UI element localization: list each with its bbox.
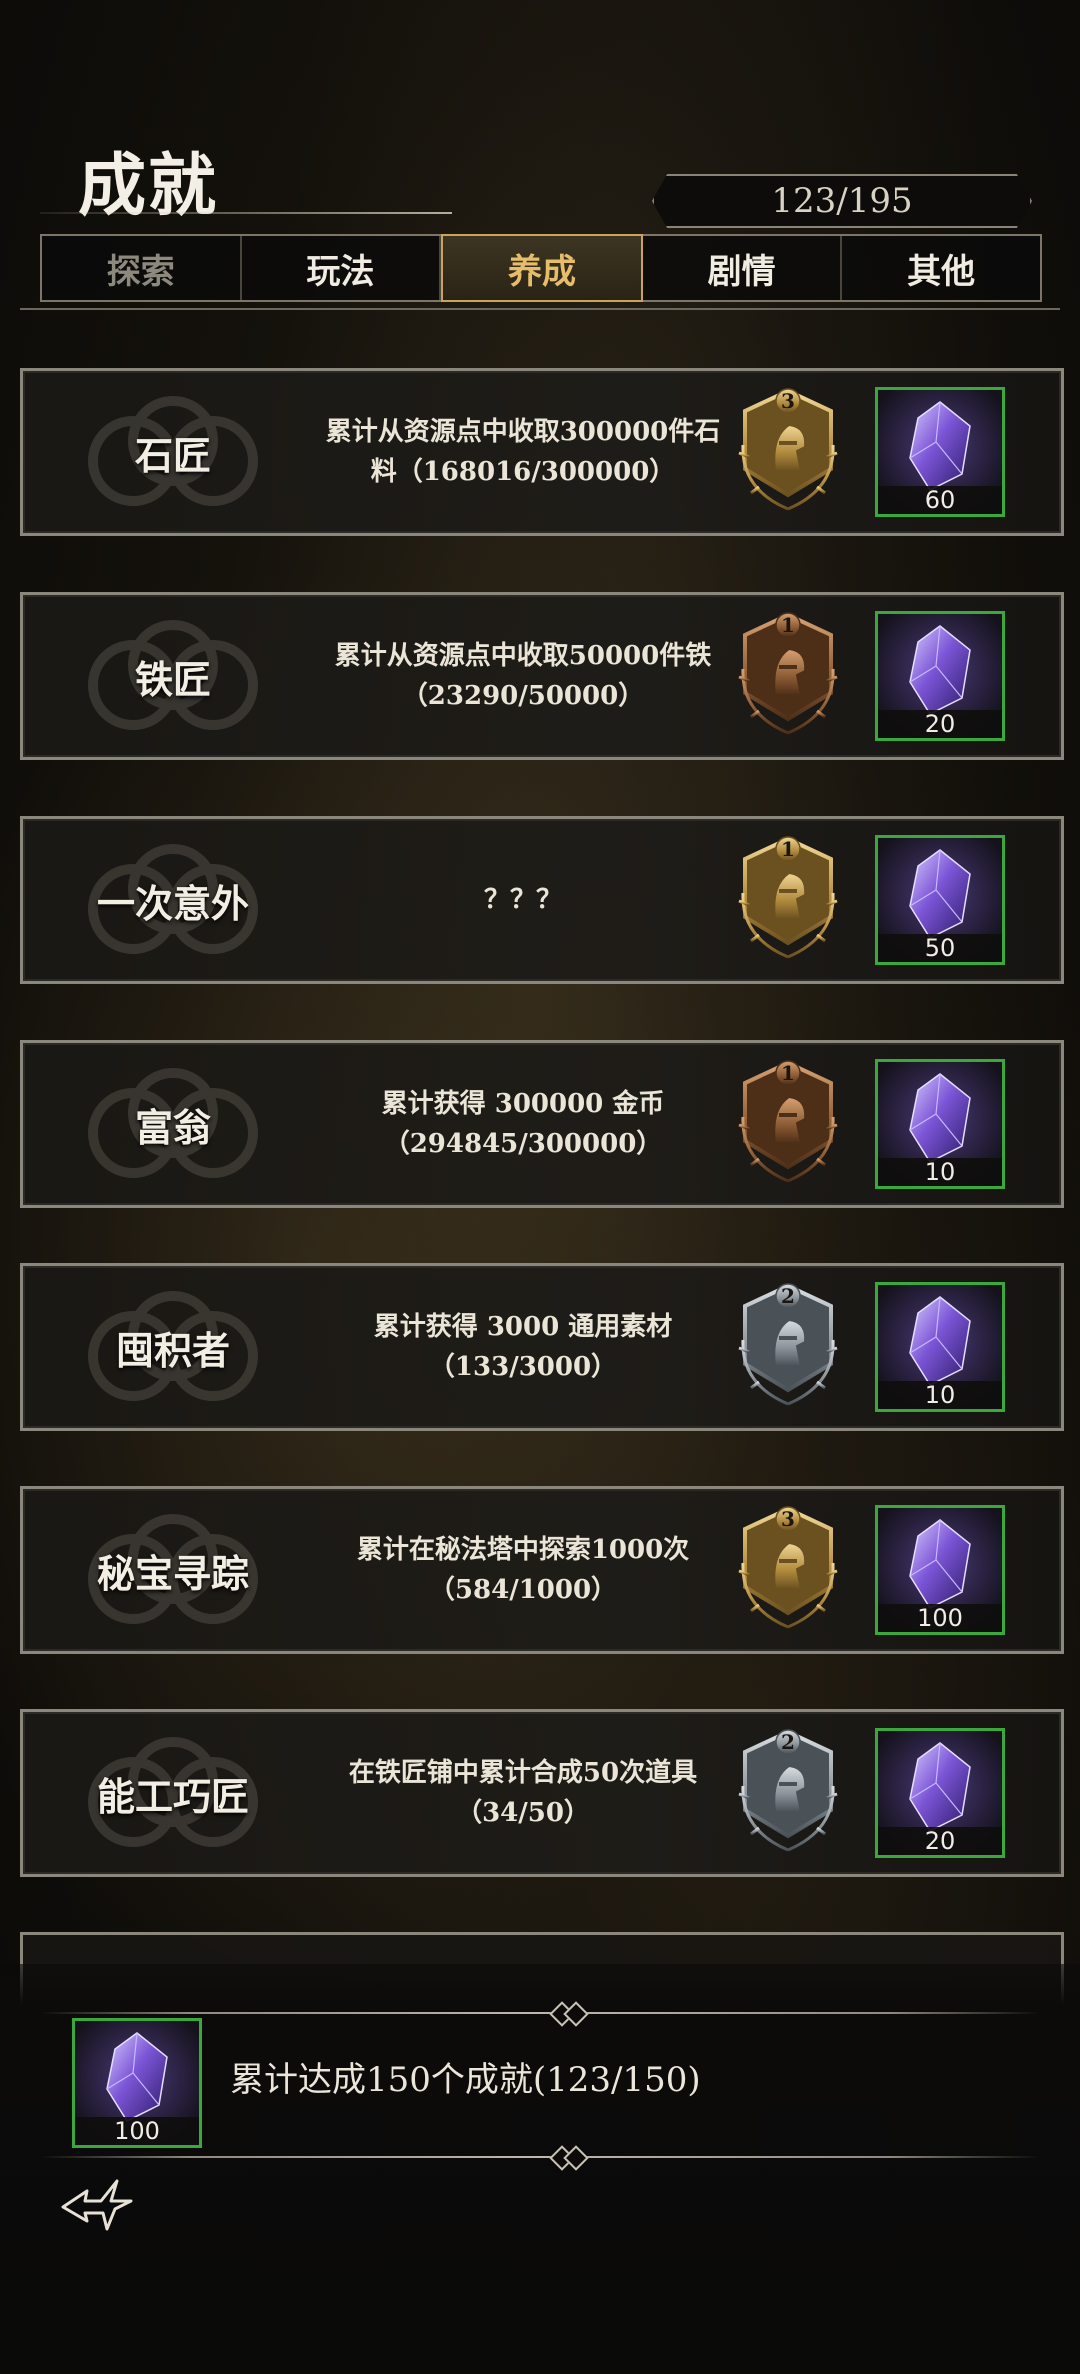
achievement-card[interactable]: 囤积者 累计获得 3000 通用素材 （133/3000） 2 10 (20, 1263, 1064, 1431)
achievement-desc-line: ？？？ (483, 885, 562, 915)
achievement-name: 能工巧匠 (96, 1773, 249, 1819)
medal-level: 1 (781, 1061, 795, 1085)
tab-gameplay[interactable]: 玩法 (242, 236, 442, 300)
title-underline (40, 212, 452, 214)
achievement-desc-line: 在铁匠铺中累计合成50次道具 (348, 1758, 698, 1788)
medal-level: 2 (781, 1284, 795, 1308)
achievement-desc-line: 累计从资源点中收取50000件铁 (334, 641, 712, 671)
back-button[interactable] (52, 2170, 142, 2240)
achievement-desc-line: 累计获得 3000 通用素材 (373, 1312, 673, 1342)
reward-count: 50 (878, 934, 1002, 962)
achievement-progress-line: 料（168016/300000） (370, 457, 676, 487)
reward-item[interactable]: 50 (875, 835, 1005, 965)
achievement-description: 累计获得 3000 通用素材 （133/3000） (303, 1266, 743, 1428)
tab-story[interactable]: 剧情 (643, 236, 843, 300)
achievement-card[interactable]: 石匠 累计从资源点中收取300000件石 料（168016/300000） 3 … (20, 368, 1064, 536)
achievement-name: 铁匠 (134, 656, 211, 702)
back-arrow-icon (61, 2179, 133, 2231)
tab-develop[interactable]: 养成 (441, 234, 643, 302)
reward-item[interactable]: 100 (875, 1505, 1005, 1635)
achievement-progress-line: （294845/300000） (383, 1129, 663, 1159)
reward-item[interactable]: 60 (875, 387, 1005, 517)
page-title: 成就 (78, 146, 219, 226)
reward-count: 10 (878, 1381, 1002, 1409)
achievement-card[interactable]: 一次意外 ？？？ 1 50 (20, 816, 1064, 984)
reward-count: 10 (878, 1158, 1002, 1186)
reward-count: 20 (878, 1827, 1002, 1855)
reward-item[interactable]: 10 (875, 1282, 1005, 1412)
achievement-description: 累计从资源点中收取300000件石 料（168016/300000） (303, 371, 743, 533)
reward-count: 60 (878, 486, 1002, 514)
achievement-card[interactable]: 能工巧匠 在铁匠铺中累计合成50次道具 （34/50） 2 20 (20, 1709, 1064, 1877)
medal-level: 3 (781, 389, 795, 413)
reward-item[interactable]: 10 (875, 1059, 1005, 1189)
achievement-description: 累计在秘法塔中探索1000次 （584/1000） (303, 1489, 743, 1651)
reward-item[interactable]: 20 (875, 611, 1005, 741)
achievement-desc-line: 累计从资源点中收取300000件石 (325, 417, 721, 447)
summary-reward-count: 100 (75, 2117, 199, 2145)
reward-count: 20 (878, 710, 1002, 738)
achievement-card[interactable]: 铁匠 累计从资源点中收取50000件铁 （23290/50000） 1 20 (20, 592, 1064, 760)
achievement-description: 累计获得 300000 金币 （294845/300000） (303, 1043, 743, 1205)
achievement-desc-line: 累计在秘法塔中探索1000次 (356, 1535, 690, 1565)
list-divider (20, 308, 1060, 310)
achievement-card[interactable]: 秘宝寻踪 累计在秘法塔中探索1000次 （584/1000） 3 100 (20, 1486, 1064, 1654)
achievement-name: 囤积者 (115, 1327, 230, 1373)
achievement-progress-line: （34/50） (456, 1798, 590, 1828)
achievement-name: 一次意外 (96, 880, 249, 926)
medal-level: 1 (781, 613, 795, 637)
summary-text: 累计达成150个成就(123/150) (230, 2060, 701, 2100)
achievement-progress-line: （133/3000） (428, 1352, 618, 1382)
achievement-progress-line: （584/1000） (428, 1575, 618, 1605)
achievement-progress: 123/195 (652, 174, 1032, 228)
achievement-progress-line: （23290/50000） (401, 681, 645, 711)
achievement-name: 秘宝寻踪 (96, 1550, 249, 1596)
tab-explore[interactable]: 探索 (42, 236, 242, 300)
medal-level: 3 (781, 1507, 795, 1531)
reward-item[interactable]: 20 (875, 1728, 1005, 1858)
achievement-description: 累计从资源点中收取50000件铁 （23290/50000） (303, 595, 743, 757)
summary-reward[interactable]: 100 (72, 2018, 202, 2148)
bottom-ornament-line (40, 2156, 1040, 2158)
achievement-name: 富翁 (134, 1104, 211, 1150)
achievement-desc-line: 累计获得 300000 金币 (381, 1089, 665, 1119)
reward-count: 100 (878, 1604, 1002, 1632)
achievement-name: 石匠 (134, 432, 211, 478)
achievement-description: ？？？ (303, 819, 743, 981)
achievement-card[interactable]: 富翁 累计获得 300000 金币 （294845/300000） 1 10 (20, 1040, 1064, 1208)
tab-bar: 探索 玩法 养成 剧情 其他 (40, 234, 1042, 302)
medal-level: 1 (781, 837, 795, 861)
tab-other[interactable]: 其他 (842, 236, 1040, 300)
medal-level: 2 (781, 1730, 795, 1754)
achievement-description: 在铁匠铺中累计合成50次道具 （34/50） (303, 1712, 743, 1874)
top-ornament-line (40, 2012, 1040, 2014)
